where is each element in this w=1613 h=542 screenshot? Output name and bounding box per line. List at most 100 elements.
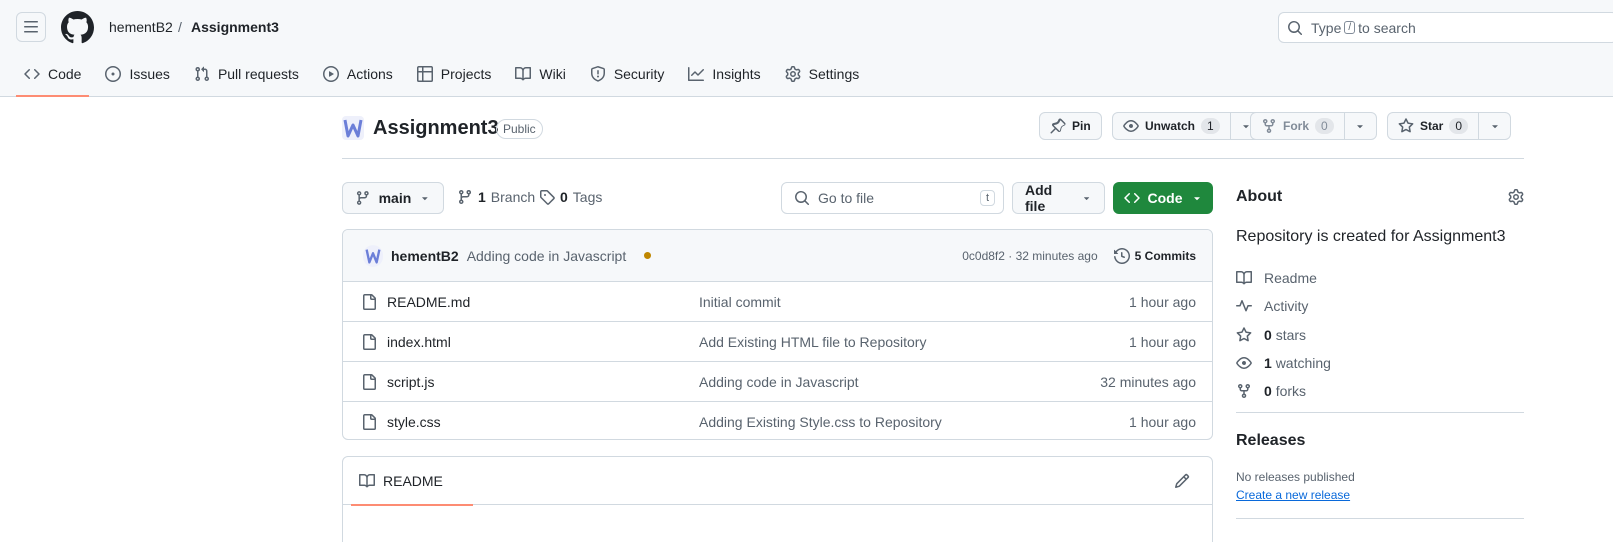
file-row[interactable]: script.js Adding code in Javascript 32 m… <box>343 362 1212 402</box>
tab-pull-requests[interactable]: Pull requests <box>186 58 307 90</box>
github-logo-icon[interactable] <box>61 11 94 44</box>
tab-label: Settings <box>808 66 860 82</box>
file-icon <box>363 373 376 390</box>
tab-label: Code <box>48 66 82 82</box>
tab-security[interactable]: Security <box>582 58 673 90</box>
pin-icon <box>1050 118 1066 134</box>
go-to-file-input[interactable]: Go to file t <box>781 182 1004 214</box>
star-count: 0 <box>1449 118 1469 134</box>
hamburger-icon <box>24 21 38 33</box>
stars-label: stars <box>1275 326 1307 343</box>
code-icon <box>24 68 40 80</box>
tag-icon <box>540 190 555 205</box>
readme-link[interactable]: Readme <box>1236 264 1331 292</box>
tab-wiki[interactable]: Wiki <box>507 58 573 90</box>
book-icon <box>515 66 532 81</box>
file-row[interactable]: README.md Initial commit 1 hour ago <box>343 282 1212 322</box>
tab-insights[interactable]: Insights <box>680 58 768 90</box>
file-name[interactable]: index.html <box>387 334 699 350</box>
tab-actions[interactable]: Actions <box>315 58 401 90</box>
forks-link[interactable]: 0 forks <box>1236 377 1331 405</box>
search-icon <box>795 191 810 206</box>
file-name[interactable]: script.js <box>387 374 699 390</box>
watching-count: 1 <box>1264 355 1272 372</box>
play-icon <box>322 66 339 82</box>
repo-header: Assignment3 Public Pin Unwatch 1 Fork 0 … <box>342 112 1524 159</box>
create-release-link[interactable]: Create a new release <box>1236 488 1350 502</box>
tab-code[interactable]: Code <box>16 58 90 97</box>
commit-status-dot[interactable] <box>644 252 652 259</box>
star-dropdown[interactable] <box>1478 113 1510 139</box>
watch-count: 1 <box>1201 118 1220 134</box>
tab-label: Projects <box>440 66 492 82</box>
search-input[interactable]: Type / to search <box>1278 12 1613 43</box>
repo-name[interactable]: Assignment3 <box>373 117 499 140</box>
fork-icon <box>1238 384 1250 399</box>
add-file-button[interactable]: Add file <box>1012 182 1105 214</box>
fork-dropdown[interactable] <box>1343 113 1376 139</box>
repo-nav: Code Issues Pull requests Actions Projec… <box>16 58 875 97</box>
fork-button[interactable]: Fork 0 <box>1250 112 1377 140</box>
commit-message[interactable]: Adding code in Javascript <box>467 248 627 264</box>
file-icon <box>363 293 376 310</box>
tab-issues[interactable]: Issues <box>97 58 177 90</box>
author-avatar <box>363 244 383 267</box>
readme-header: README <box>343 457 1212 506</box>
file-row[interactable]: index.html Add Existing HTML file to Rep… <box>343 322 1212 362</box>
activity-link-label: Activity <box>1264 298 1309 315</box>
tab-label: Insights <box>712 66 761 82</box>
breadcrumb-repo[interactable]: Assignment3 <box>191 19 279 35</box>
go-to-file-shortcut: t <box>979 190 995 206</box>
code-icon <box>1123 192 1140 204</box>
code-button-label: Code <box>1147 190 1183 206</box>
file-commit-message[interactable]: Initial commit <box>699 294 781 310</box>
star-label: Star <box>1420 119 1444 133</box>
tab-projects[interactable]: Projects <box>409 58 500 90</box>
app-header: hementB2 / Assignment3 Type / to search … <box>0 0 1613 97</box>
file-commit-message[interactable]: Adding Existing Style.css to Repository <box>699 414 942 430</box>
search-shortcut-key: / <box>1344 21 1356 34</box>
fork-label: Fork <box>1283 119 1310 133</box>
branch-icon <box>356 191 369 205</box>
gear-icon[interactable] <box>1508 189 1524 205</box>
unwatch-button[interactable]: Unwatch 1 <box>1112 112 1263 140</box>
owner-avatar[interactable] <box>342 116 364 140</box>
stars-link[interactable]: 0 stars <box>1236 321 1331 349</box>
pulse-icon <box>1236 300 1252 312</box>
tags-count: 0 <box>560 189 568 205</box>
pull-request-icon <box>195 66 209 82</box>
commit-author[interactable]: hementB2 <box>391 248 459 264</box>
file-commit-message[interactable]: Add Existing HTML file to Repository <box>699 334 926 350</box>
readme-link-label: Readme <box>1264 270 1317 287</box>
commit-meta[interactable]: 0c0d8f2 · 32 minutes ago <box>962 249 1097 263</box>
releases-heading[interactable]: Releases <box>1236 432 1305 450</box>
tab-settings[interactable]: Settings <box>777 58 868 90</box>
commits-link[interactable]: 5 Commits <box>1113 247 1196 264</box>
code-button[interactable]: Code <box>1113 182 1213 214</box>
fork-count: 0 <box>1315 118 1334 134</box>
breadcrumb-owner[interactable]: hementB2 <box>109 19 173 35</box>
search-placeholder-before: Type <box>1311 19 1342 36</box>
tags-link[interactable]: 0 Tags <box>539 189 602 205</box>
branch-select[interactable]: main <box>342 182 444 214</box>
activity-link[interactable]: Activity <box>1236 292 1331 320</box>
add-file-label: Add file <box>1025 182 1053 214</box>
caret-down-icon <box>1357 125 1363 129</box>
menu-button[interactable] <box>16 12 46 42</box>
watching-link[interactable]: 1 watching <box>1236 349 1331 377</box>
file-name[interactable]: style.css <box>387 414 699 430</box>
file-table: hementB2 Adding code in Javascript 0c0d8… <box>342 229 1213 440</box>
file-commit-message[interactable]: Adding code in Javascript <box>699 374 859 390</box>
star-button[interactable]: Star 0 <box>1387 112 1512 140</box>
pin-button[interactable]: Pin <box>1039 112 1102 140</box>
file-name[interactable]: README.md <box>387 294 699 310</box>
branches-link[interactable]: 1 Branch <box>457 189 535 205</box>
pencil-icon[interactable] <box>1174 473 1190 489</box>
file-row[interactable]: style.css Adding Existing Style.css to R… <box>343 402 1212 439</box>
branches-label: Branch <box>490 189 536 205</box>
readme-tab[interactable]: README <box>351 457 473 506</box>
go-to-file-placeholder: Go to file <box>818 190 875 206</box>
caret-down-icon <box>1083 197 1089 201</box>
file-icon <box>363 414 376 430</box>
readme-tab-label: README <box>383 472 443 489</box>
